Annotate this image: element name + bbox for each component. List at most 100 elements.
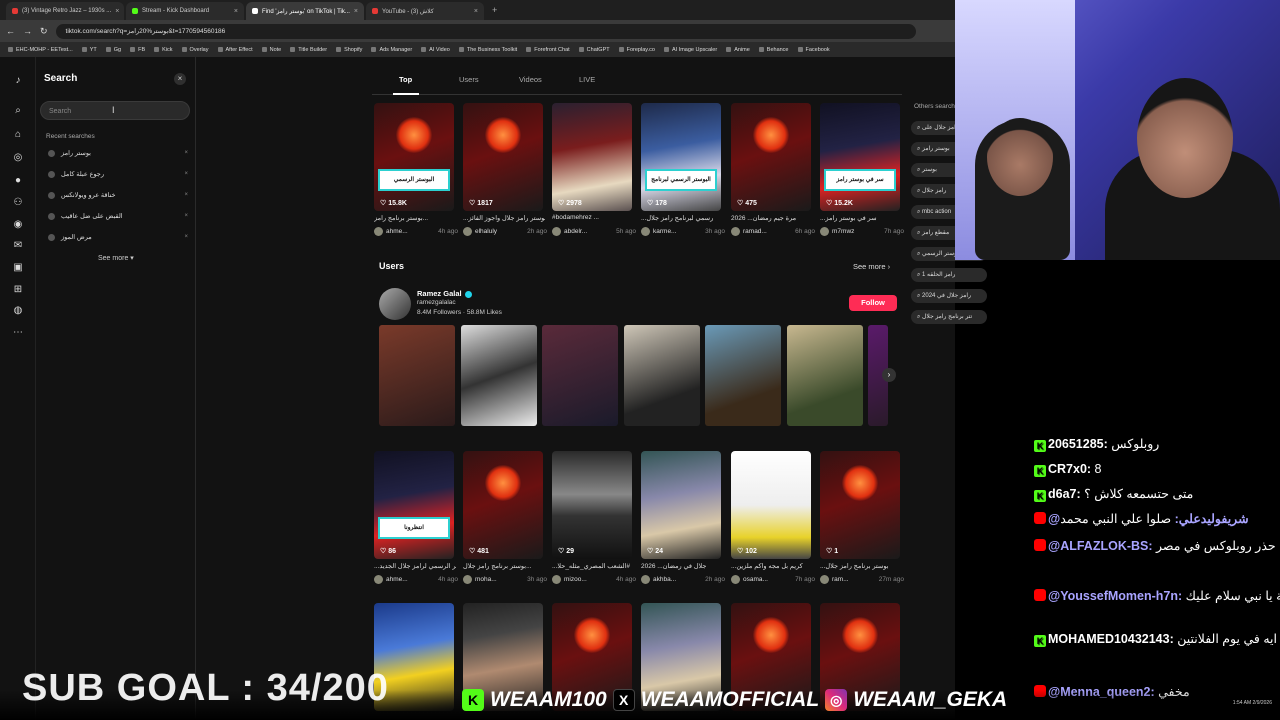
video-caption[interactable]: ...كريم بل مجه واكم ملزين: [731, 562, 813, 570]
upload-icon[interactable]: ⊞: [11, 282, 25, 296]
following-icon[interactable]: ●: [11, 173, 25, 187]
recent-search-item[interactable]: القبض على ضل عاقيب ×: [48, 210, 188, 222]
user-video-thumb[interactable]: [542, 325, 618, 426]
bookmark-item[interactable]: FB: [130, 47, 145, 53]
back-icon[interactable]: ←: [6, 26, 15, 36]
bookmark-item[interactable]: Forefront Chat: [526, 47, 570, 53]
video-caption[interactable]: ...البوستر الرسمي لرامز جلال الجديد: [374, 562, 456, 570]
bookmark-item[interactable]: Ads Manager: [371, 47, 412, 53]
video-card[interactable]: ♡ 102: [731, 451, 811, 559]
video-author[interactable]: elhaluly: [475, 228, 497, 235]
avatar[interactable]: [379, 288, 411, 320]
bookmark-item[interactable]: EHC-MOHP - EETest...: [8, 47, 73, 53]
recent-search-item[interactable]: بوستر رامز ×: [48, 147, 188, 159]
video-card[interactable]: ♡ 481: [463, 451, 543, 559]
explore-icon[interactable]: ◎: [11, 150, 25, 164]
video-author[interactable]: ramad...: [743, 228, 767, 235]
close-tab-icon[interactable]: ×: [474, 8, 478, 15]
video-card[interactable]: البوستر الرسمي لبرنامج رامز ♡ 178: [641, 103, 721, 211]
close-tab-icon[interactable]: ×: [234, 8, 238, 15]
video-card[interactable]: انتظرونا ♡ 86: [374, 451, 454, 559]
tab-live[interactable]: LIVE: [579, 75, 639, 84]
related-search-chip[interactable]: ⌕ رامز جلال في 2024: [911, 289, 987, 303]
messages-icon[interactable]: ✉: [11, 238, 25, 252]
browser-tab[interactable]: Stream - Kick Dashboard ×: [126, 2, 244, 20]
remove-icon[interactable]: ×: [184, 171, 188, 177]
avatar[interactable]: [552, 227, 561, 236]
bookmark-item[interactable]: Overlay: [181, 47, 209, 53]
more-icon[interactable]: ⋯: [11, 325, 25, 339]
bookmark-item[interactable]: Facebook: [797, 47, 830, 53]
avatar[interactable]: [731, 227, 740, 236]
bookmark-item[interactable]: After Effect: [217, 47, 253, 53]
remove-icon[interactable]: ×: [184, 192, 188, 198]
bookmark-item[interactable]: YT: [81, 47, 97, 53]
user-name[interactable]: Ramez Galal: [417, 289, 472, 298]
recent-search-item[interactable]: خناقة عرو ويولانكس ×: [48, 189, 188, 201]
user-video-thumb[interactable]: [787, 325, 863, 426]
avatar[interactable]: [463, 575, 472, 584]
remove-icon[interactable]: ×: [184, 150, 188, 156]
chevron-right-icon[interactable]: ›: [882, 368, 896, 382]
video-author[interactable]: karme...: [653, 228, 676, 235]
video-card[interactable]: ♡ 29: [552, 451, 632, 559]
avatar[interactable]: [820, 575, 829, 584]
live-icon[interactable]: ◉: [11, 217, 25, 231]
user-video-thumb[interactable]: [624, 325, 700, 426]
recent-search-item[interactable]: رجوع عبلة كامل ×: [48, 168, 188, 180]
video-card[interactable]: ♡ 1: [820, 451, 900, 559]
profile-icon[interactable]: ◍: [11, 303, 25, 317]
bookmark-item[interactable]: Behance: [758, 47, 789, 53]
avatar[interactable]: [374, 575, 383, 584]
avatar[interactable]: [463, 227, 472, 236]
video-caption[interactable]: ...الشعب المصري_مثله_حلا#: [552, 562, 634, 570]
forward-icon[interactable]: →: [23, 26, 32, 36]
bookmark-item[interactable]: AI Video: [421, 47, 450, 53]
user-video-thumb[interactable]: [461, 325, 537, 426]
video-caption[interactable]: ...بوستر برنامج رامز جلال: [820, 562, 902, 570]
video-caption[interactable]: 2026 ...مرة جيم رمضان: [731, 214, 813, 222]
remove-icon[interactable]: ×: [184, 234, 188, 240]
video-author[interactable]: m7mwz: [832, 228, 854, 235]
tiktok-logo-icon[interactable]: ♪: [11, 73, 25, 87]
tab-videos[interactable]: Videos: [519, 75, 579, 84]
bookmark-item[interactable]: ChatGPT: [578, 47, 610, 53]
bookmark-item[interactable]: Shopify: [336, 47, 362, 53]
video-author[interactable]: moha...: [475, 576, 497, 583]
users-see-more-link[interactable]: See more ›: [853, 262, 890, 271]
url-field[interactable]: tiktok.com/search?q=بوستر%20رامز&t=17705…: [55, 23, 916, 39]
video-author[interactable]: abdelr...: [564, 228, 587, 235]
related-search-chip[interactable]: ⌕ رامز الحلقه 1: [911, 268, 987, 282]
video-caption[interactable]: بوستر برنامج رامز...: [374, 214, 456, 222]
video-card[interactable]: البوستر الرسمي ♡ 15.8K: [374, 103, 454, 211]
video-card[interactable]: ♡ 2978: [552, 103, 632, 211]
bookmark-item[interactable]: AI Image Upscaler: [663, 47, 717, 53]
video-card[interactable]: ♡ 475: [731, 103, 811, 211]
avatar[interactable]: [374, 227, 383, 236]
close-tab-icon[interactable]: ×: [115, 8, 119, 15]
bookmark-item[interactable]: Gg: [105, 47, 121, 53]
bookmark-item[interactable]: The Business Toolkit: [458, 47, 517, 53]
browser-tab[interactable]: Find 'بوستر رامز' on TikTok | Tik... ×: [246, 2, 364, 20]
follow-button[interactable]: Follow: [849, 295, 897, 311]
home-icon[interactable]: ⌂: [11, 127, 25, 141]
avatar[interactable]: [641, 575, 650, 584]
video-caption[interactable]: ...سر في بوستر رامز: [820, 214, 902, 222]
video-caption[interactable]: #bodamehrez ...: [552, 214, 634, 221]
video-author[interactable]: ram...: [832, 576, 849, 583]
video-author[interactable]: mizoo...: [564, 576, 587, 583]
friends-icon[interactable]: ⚇: [11, 195, 25, 209]
remove-icon[interactable]: ×: [184, 213, 188, 219]
avatar[interactable]: [641, 227, 650, 236]
bookmark-item[interactable]: Foreplay.co: [618, 47, 655, 53]
video-author[interactable]: akhba...: [653, 576, 676, 583]
bookmark-item[interactable]: Title Builder: [290, 47, 327, 53]
user-video-thumb[interactable]: [705, 325, 781, 426]
search-icon[interactable]: ⌕: [11, 103, 25, 117]
video-caption[interactable]: بوستر برنامج رامز جلال...: [463, 562, 545, 570]
close-icon[interactable]: ×: [174, 73, 186, 85]
video-caption[interactable]: ...رسمي لبرنامج رامز جلال: [641, 214, 723, 222]
video-card[interactable]: ♡ 24: [641, 451, 721, 559]
browser-tab[interactable]: (3) Vintage Retro Jazz – 1930s ... ×: [6, 2, 124, 20]
new-tab-icon[interactable]: +: [492, 5, 497, 15]
